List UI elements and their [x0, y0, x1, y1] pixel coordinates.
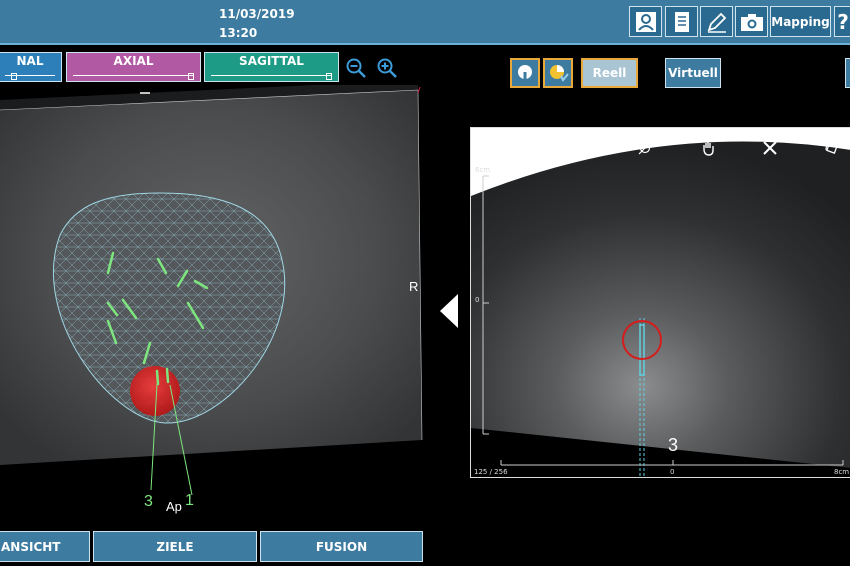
top-bar-divider — [0, 43, 850, 45]
patient-icon — [635, 11, 656, 32]
volume-3d-view[interactable] — [0, 85, 430, 530]
date-label: 11/03/2019 — [219, 7, 295, 21]
orientation-right-label: R — [409, 279, 419, 294]
needle-number-label: 3 — [668, 435, 679, 455]
model-view-button[interactable] — [510, 58, 540, 88]
ansicht-button[interactable]: ANSICHT — [0, 531, 90, 562]
cross-tool-icon[interactable] — [762, 140, 778, 156]
depth-top-label: 6cm — [475, 166, 491, 174]
pan-tool-icon[interactable] — [700, 140, 716, 156]
tab-axial-slider-thumb[interactable] — [188, 73, 194, 80]
mapping-button[interactable]: Mapping — [770, 6, 831, 37]
report-button[interactable] — [665, 6, 698, 37]
frame-counter: 125 / 256 — [474, 468, 508, 476]
tab-sagittal-slider — [211, 75, 332, 76]
apex-label: Ap — [166, 499, 182, 514]
tab-coronal-slider-thumb[interactable] — [11, 73, 17, 80]
x-axis-zero-label: 0 — [670, 468, 675, 476]
depth-zero-label: 0 — [475, 296, 480, 304]
target-lesion — [130, 366, 180, 416]
zoom-in-icon[interactable] — [376, 57, 398, 79]
prostate-model-icon — [518, 65, 532, 81]
extra-mode-button[interactable] — [845, 58, 850, 88]
ultrasound-image — [471, 128, 850, 477]
core-label-3: 3 — [144, 493, 153, 510]
tab-sagittal-label: SAGITTAL — [239, 54, 304, 68]
camera-icon — [740, 13, 763, 31]
overlay-icon — [550, 65, 569, 82]
document-icon — [674, 11, 689, 32]
tab-coronal[interactable]: NAL — [0, 52, 62, 82]
zoom-out-icon[interactable] — [345, 57, 367, 79]
help-button[interactable]: ? — [834, 6, 850, 37]
snapshot-button[interactable] — [735, 6, 768, 37]
virtuell-button[interactable]: Virtuell — [665, 58, 721, 88]
overlay-button[interactable] — [543, 58, 573, 88]
reell-button[interactable]: Reell — [581, 58, 638, 88]
patient-button[interactable] — [629, 6, 662, 37]
magnify-tool-icon[interactable] — [574, 140, 590, 156]
ziele-button[interactable]: ZIELE — [93, 531, 257, 562]
tab-coronal-label: NAL — [16, 54, 44, 68]
fusion-button[interactable]: FUSION — [260, 531, 423, 562]
time-label: 13:20 — [219, 26, 258, 40]
ultrasound-view[interactable]: 6cm 0 125 / 256 0 8cm 3 — [470, 127, 850, 478]
rotate-3d-tool-icon[interactable] — [824, 140, 840, 156]
core-label-1: 1 — [185, 492, 194, 509]
tab-axial-label: AXIAL — [113, 54, 154, 68]
x-axis-max-label: 8cm — [834, 468, 850, 476]
edit-button[interactable] — [700, 6, 733, 37]
tab-axial[interactable]: AXIAL — [66, 52, 201, 82]
collapse-arrow-icon[interactable] — [438, 292, 462, 330]
spacing-tool-icon[interactable] — [511, 140, 527, 156]
tab-sagittal-slider-thumb[interactable] — [326, 73, 332, 80]
tab-sagittal[interactable]: SAGITTAL — [204, 52, 339, 82]
reset-rotation-tool-icon[interactable] — [637, 140, 653, 156]
tab-axial-slider — [73, 75, 194, 76]
pencil-icon — [707, 12, 726, 33]
